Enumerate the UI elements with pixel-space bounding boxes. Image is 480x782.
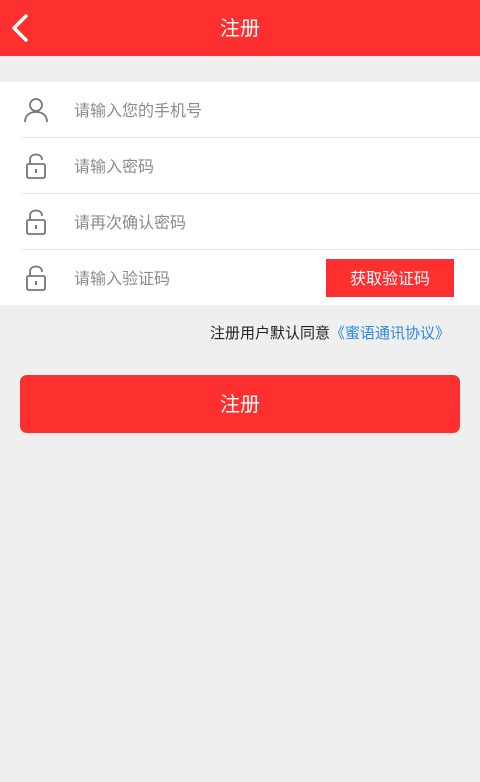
app-header: 注册 — [0, 0, 480, 56]
verification-code-row: 获取验证码 — [22, 250, 480, 305]
password-row — [22, 138, 480, 194]
password-input[interactable] — [74, 150, 314, 182]
get-code-button[interactable]: 获取验证码 — [326, 259, 454, 297]
phone-input[interactable] — [74, 94, 314, 126]
agreement-text: 注册用户默认同意《蜜语通讯协议》 — [210, 322, 450, 343]
register-button[interactable]: 注册 — [20, 375, 460, 433]
confirm-password-row — [22, 194, 480, 250]
lock-icon — [22, 152, 50, 180]
agreement-prefix: 注册用户默认同意 — [209, 324, 330, 342]
phone-row — [22, 82, 480, 138]
lock-icon — [22, 208, 50, 236]
confirm-password-input[interactable] — [74, 206, 314, 238]
register-form: 获取验证码 — [0, 82, 480, 305]
page-title: 注册 — [220, 16, 260, 40]
chevron-left-icon — [12, 14, 28, 42]
lock-icon — [22, 264, 50, 292]
agreement-link[interactable]: 《蜜语通讯协议》 — [330, 324, 450, 342]
user-icon — [22, 96, 50, 124]
verification-code-input[interactable] — [74, 262, 294, 294]
back-button[interactable] — [4, 6, 44, 50]
